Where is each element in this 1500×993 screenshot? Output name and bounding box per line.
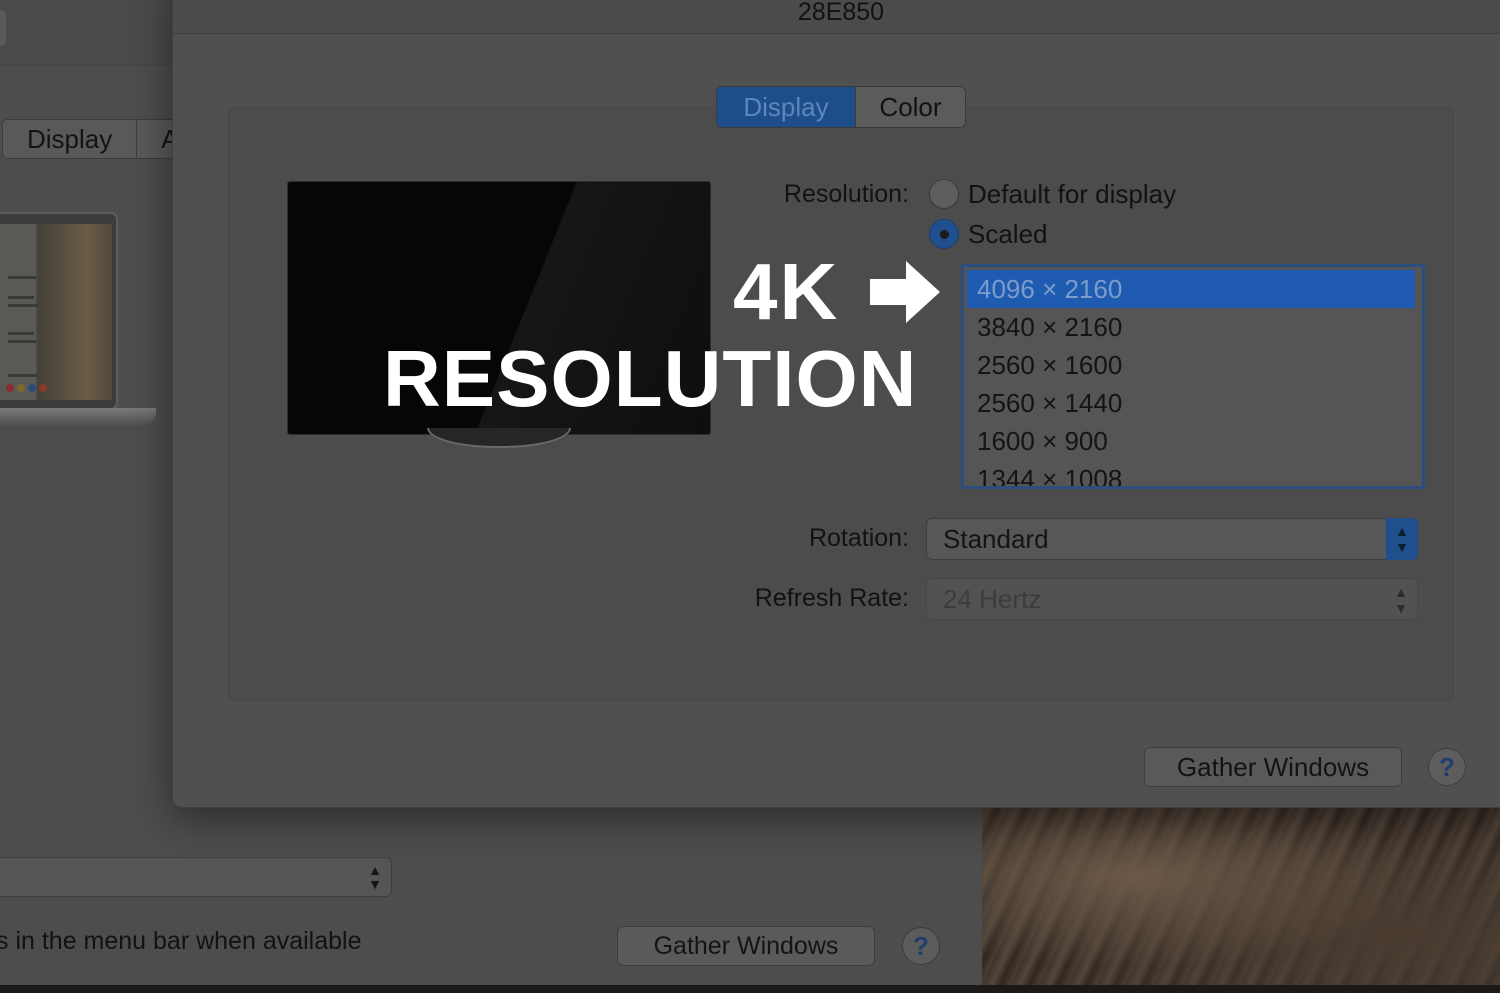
back-gather-windows-button[interactable]: Gather Windows	[617, 926, 875, 966]
window-title: 28E850	[797, 0, 885, 26]
back-window-control-button[interactable]	[0, 10, 6, 46]
help-button[interactable]: ?	[1428, 748, 1466, 786]
resolution-option[interactable]: 4096 × 2160	[967, 270, 1415, 308]
scaled-radio[interactable]	[929, 219, 959, 249]
back-tab-display[interactable]: Display	[3, 120, 136, 158]
laptop-lid	[0, 212, 118, 410]
laptop-screen-thumbnail	[0, 224, 112, 400]
overlay-subheadline: RESOLUTION	[383, 334, 918, 423]
dock-app-icon	[6, 384, 14, 392]
thumbnail-text-line	[8, 304, 38, 307]
back-help-button[interactable]: ?	[902, 927, 940, 965]
back-tab-bar: Display A	[2, 119, 192, 159]
dock-app-icon	[39, 384, 47, 392]
default-for-display-label[interactable]: Default for display	[968, 179, 1176, 210]
laptop-display-icon	[0, 212, 160, 434]
tab-bar: Display Color	[716, 86, 966, 128]
resolution-list[interactable]: 4096 × 2160 3840 × 2160 2560 × 1600 2560…	[961, 264, 1425, 489]
resolution-label: Resolution:	[783, 180, 909, 208]
thumbnail-dock	[6, 384, 86, 392]
back-popup-select[interactable]: ▲ ▼	[0, 857, 392, 897]
dock-app-icon	[17, 384, 25, 392]
radio-selected-dot	[940, 230, 949, 239]
dock-app-icon	[28, 384, 36, 392]
tab-color[interactable]: Color	[855, 87, 965, 127]
resolution-option[interactable]: 2560 × 1440	[967, 384, 1415, 422]
refresh-rate-select[interactable]: 24 Hertz ▲ ▼	[926, 578, 1418, 620]
chevron-up-down-icon: ▲ ▼	[1386, 518, 1418, 560]
tab-display[interactable]: Display	[717, 87, 855, 127]
resolution-option[interactable]: 1600 × 900	[967, 422, 1415, 460]
refresh-rate-value: 24 Hertz	[943, 584, 1042, 614]
right-arrow-icon	[870, 261, 940, 323]
rotation-value: Standard	[943, 524, 1049, 554]
rotation-label: Rotation:	[808, 524, 909, 552]
rotation-select[interactable]: Standard ▲ ▼	[926, 518, 1418, 560]
laptop-base	[0, 408, 156, 426]
desktop-bottom-edge	[0, 985, 1500, 993]
thumbnail-text-line	[8, 340, 36, 343]
resolution-option[interactable]: 2560 × 1600	[967, 346, 1415, 384]
resolution-option[interactable]: 1344 × 1008	[967, 460, 1415, 486]
desktop-wallpaper	[982, 800, 1500, 993]
resolution-option[interactable]: 3840 × 2160	[967, 308, 1415, 346]
chevron-up-down-icon: ▲ ▼	[1394, 584, 1408, 616]
window-titlebar: 28E850	[173, 0, 1500, 34]
overlay-headline: 4K	[733, 247, 840, 336]
screenshot-stage: Display A ▲ ▼ s in the menu bar when ava…	[0, 0, 1500, 993]
thumbnail-text-line	[8, 374, 38, 377]
show-mirroring-options-label: s in the menu bar when available	[0, 927, 362, 955]
default-for-display-radio[interactable]	[929, 179, 959, 209]
refresh-rate-label: Refresh Rate:	[754, 584, 909, 612]
scaled-label[interactable]: Scaled	[968, 219, 1048, 250]
gather-windows-button[interactable]: Gather Windows	[1144, 747, 1402, 787]
thumbnail-text-line	[8, 332, 34, 335]
chevron-up-down-icon: ▲ ▼	[368, 862, 382, 892]
thumbnail-text-line	[8, 276, 36, 279]
thumbnail-text-line	[8, 296, 34, 299]
